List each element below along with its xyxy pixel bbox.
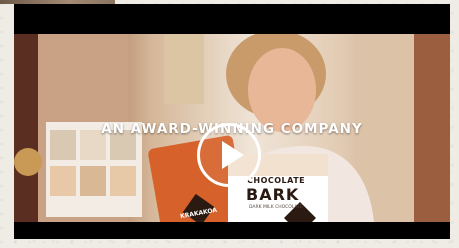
person-face bbox=[248, 48, 316, 132]
product-box bbox=[110, 166, 136, 196]
play-button[interactable] bbox=[197, 123, 261, 187]
product-line2: BARK bbox=[246, 185, 300, 204]
play-icon bbox=[222, 141, 244, 169]
bread-display bbox=[164, 34, 204, 104]
video-controls-bar bbox=[14, 222, 450, 239]
basket bbox=[14, 148, 42, 176]
product-subtext: DARK MILK CHOCOLATE bbox=[249, 205, 303, 210]
product-line1: CHOCOLATE bbox=[247, 176, 306, 185]
product-box bbox=[80, 166, 106, 196]
product-box bbox=[50, 166, 76, 196]
video-player[interactable]: KRAKAKOA CHOCOLATE BARK DARK MILK CHOCOL… bbox=[14, 4, 450, 239]
video-frame[interactable]: KRAKAKOA CHOCOLATE BARK DARK MILK CHOCOL… bbox=[14, 34, 450, 222]
